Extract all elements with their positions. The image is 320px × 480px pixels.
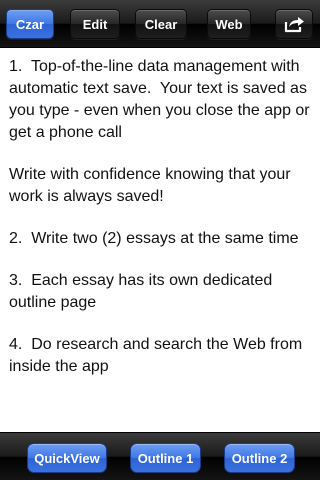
edit-button[interactable]: Edit (70, 9, 120, 39)
essay-text-area[interactable]: 1. Top-of-the-line data management with … (0, 48, 320, 432)
top-toolbar: Czar Edit Clear Web (0, 0, 320, 48)
text-paragraph: Write with confidence knowing that your … (9, 166, 296, 205)
text-paragraph: 1. Top-of-the-line data management with … (9, 58, 315, 141)
text-paragraph: 2. Write two (2) essays at the same time (9, 230, 299, 247)
outline-1-button[interactable]: Outline 1 (130, 443, 201, 473)
share-button[interactable] (275, 9, 313, 39)
outline-2-button[interactable]: Outline 2 (224, 443, 295, 473)
text-paragraph: 4. Do research and search the Web from i… (9, 336, 307, 375)
web-button[interactable]: Web (207, 9, 251, 39)
text-paragraph: 3. Each essay has its own dedicated outl… (9, 272, 277, 311)
bottom-toolbar: QuickView Outline 1 Outline 2 (0, 432, 320, 480)
czar-button[interactable]: Czar (6, 9, 54, 39)
quickview-button[interactable]: QuickView (27, 443, 107, 473)
clear-button[interactable]: Clear (135, 9, 187, 39)
share-icon (284, 17, 304, 33)
